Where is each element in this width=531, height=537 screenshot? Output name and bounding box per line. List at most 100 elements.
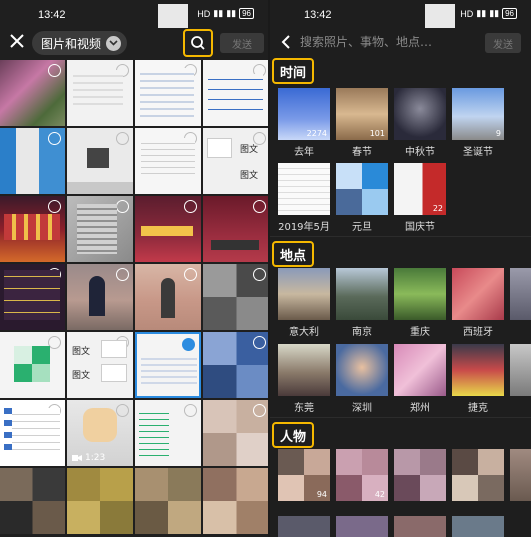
select-circle[interactable] — [48, 64, 61, 77]
close-icon[interactable] — [8, 32, 26, 50]
search-button[interactable] — [183, 29, 213, 57]
chevron-down-icon — [106, 35, 122, 51]
photo-thumb[interactable] — [135, 332, 201, 398]
time-tile[interactable] — [336, 163, 388, 215]
send-button[interactable]: 发送 — [220, 33, 264, 53]
photo-thumb[interactable] — [203, 60, 268, 126]
photo-thumb[interactable] — [203, 468, 268, 534]
person-tile[interactable]: 42 — [336, 449, 388, 501]
photo-thumb[interactable] — [135, 196, 201, 262]
photo-thumb[interactable] — [0, 128, 65, 194]
album-selector[interactable]: 图片和视频 — [32, 31, 128, 55]
status-notification-blur — [158, 4, 188, 28]
person-tile[interactable] — [394, 516, 446, 537]
photo-thumb[interactable] — [0, 60, 65, 126]
cell-text: 图文 — [72, 347, 91, 357]
select-circle[interactable] — [116, 132, 129, 145]
photo-thumb[interactable] — [0, 264, 65, 330]
place-tile[interactable] — [452, 344, 504, 396]
photo-thumb[interactable] — [67, 60, 133, 126]
video-thumb[interactable]: 1:23 — [67, 400, 133, 466]
place-label: 南京 — [352, 327, 372, 338]
status-icons: HD ▮▮ ▮▮ 96 — [197, 8, 254, 19]
signal-icon-2: ▮▮ — [489, 8, 500, 18]
media-grid: 图文 图文 图文 图文 1:23 — [0, 60, 268, 534]
select-circle[interactable] — [253, 404, 266, 417]
time-tile[interactable]: 2274 — [278, 88, 330, 140]
time-tile[interactable]: 101 — [336, 88, 388, 140]
select-circle[interactable] — [116, 200, 129, 213]
photo-thumb[interactable] — [135, 400, 201, 466]
search-panel: 13:42 HD ▮▮ ▮▮ 96 搜索照片、事物、地点… 发送 时间 2274… — [270, 0, 531, 537]
photo-thumb[interactable] — [67, 196, 133, 262]
select-circle[interactable] — [184, 404, 197, 417]
photo-thumb[interactable] — [67, 128, 133, 194]
place-label: 东莞 — [294, 403, 314, 414]
select-circle[interactable] — [48, 132, 61, 145]
battery-icon: 96 — [502, 8, 517, 19]
send-button[interactable]: 发送 — [485, 33, 521, 53]
select-circle[interactable] — [116, 268, 129, 281]
place-tile[interactable] — [278, 268, 330, 320]
album-selector-label: 图片和视频 — [41, 36, 102, 51]
time-tile[interactable]: 9 — [452, 88, 504, 140]
select-circle[interactable] — [184, 268, 197, 281]
photo-thumb[interactable] — [0, 468, 65, 534]
time-label: 春节 — [352, 147, 372, 158]
person-tile[interactable]: 94 — [278, 449, 330, 501]
photo-thumb[interactable] — [203, 332, 268, 398]
time-tile[interactable]: 22 — [394, 163, 446, 215]
selected-check-circle[interactable] — [182, 338, 195, 351]
photo-thumb[interactable] — [67, 468, 133, 534]
time-tile[interactable] — [278, 163, 330, 215]
time-tile[interactable] — [394, 88, 446, 140]
person-tile[interactable] — [510, 449, 531, 501]
cell-text: 图文 — [72, 371, 91, 381]
time-label: 圣诞节 — [463, 147, 493, 158]
status-icons: HD ▮▮ ▮▮ 96 — [460, 8, 517, 19]
tile-count: 101 — [369, 129, 385, 138]
status-notification-blur — [425, 4, 455, 28]
photo-thumb[interactable] — [135, 264, 201, 330]
person-tile[interactable] — [336, 516, 388, 537]
back-arrow-icon[interactable] — [280, 34, 292, 50]
select-circle[interactable] — [48, 200, 61, 213]
place-tile[interactable] — [336, 344, 388, 396]
photo-thumb[interactable]: 图文 图文 — [203, 128, 268, 194]
photo-thumb[interactable]: 图文 图文 — [67, 332, 133, 398]
photo-thumb[interactable] — [135, 60, 201, 126]
photo-thumb[interactable] — [135, 468, 201, 534]
place-tile[interactable] — [278, 344, 330, 396]
photo-thumb[interactable] — [0, 196, 65, 262]
select-circle[interactable] — [253, 336, 266, 349]
photo-thumb[interactable] — [135, 128, 201, 194]
photo-thumb[interactable] — [203, 264, 268, 330]
select-circle[interactable] — [184, 200, 197, 213]
select-circle[interactable] — [253, 200, 266, 213]
place-tile[interactable] — [394, 344, 446, 396]
person-tile[interactable] — [394, 449, 446, 501]
place-tile[interactable] — [510, 268, 531, 320]
status-bar: 13:42 HD ▮▮ ▮▮ 96 — [0, 0, 268, 28]
section-divider — [270, 236, 531, 237]
person-tile[interactable] — [452, 449, 504, 501]
photo-thumb[interactable] — [0, 400, 65, 466]
photo-thumb[interactable] — [67, 264, 133, 330]
photo-thumb[interactable] — [203, 196, 268, 262]
search-input[interactable]: 搜索照片、事物、地点… — [300, 33, 432, 50]
cell-text: 图文 — [240, 171, 259, 181]
person-tile[interactable] — [278, 516, 330, 537]
album-header: 图片和视频 发送 — [0, 28, 268, 58]
person-tile[interactable] — [452, 516, 504, 537]
place-tile[interactable] — [336, 268, 388, 320]
video-camera-icon — [72, 455, 82, 461]
place-tile[interactable] — [510, 344, 531, 396]
photo-thumb[interactable] — [0, 332, 65, 398]
hd-icon: HD — [197, 8, 211, 19]
select-circle[interactable] — [116, 404, 129, 417]
place-tile[interactable] — [394, 268, 446, 320]
place-tile[interactable] — [452, 268, 504, 320]
select-circle[interactable] — [253, 268, 266, 281]
photo-thumb[interactable] — [203, 400, 268, 466]
section-title-place: 地点 — [272, 241, 314, 267]
